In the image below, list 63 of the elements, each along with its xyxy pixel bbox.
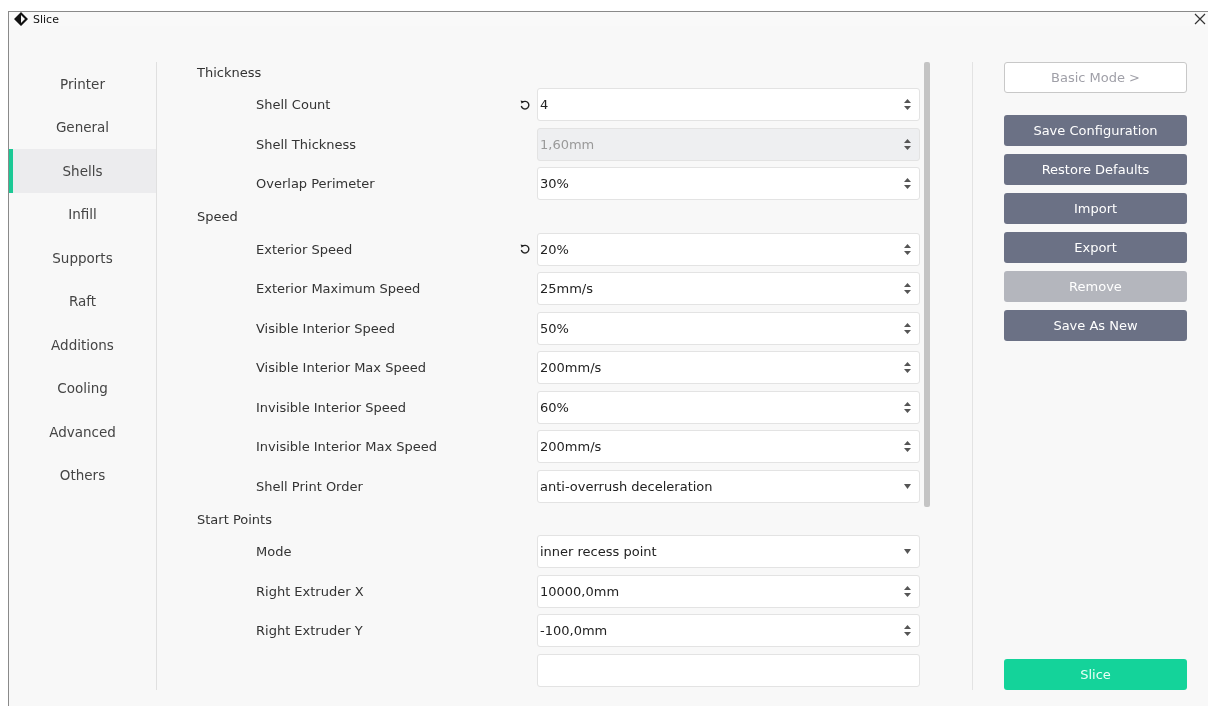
setting-label: Visible Interior Speed (256, 320, 396, 336)
section-heading: Thickness (197, 64, 262, 80)
spinner-arrows-icon (904, 178, 911, 190)
sidebar-item[interactable]: Raft (9, 279, 156, 323)
dropdown-arrow-icon (904, 549, 911, 555)
sidebar-item[interactable]: General (9, 105, 156, 149)
sidebar-item[interactable]: Infill (9, 192, 156, 236)
sidebar-item[interactable]: Cooling (9, 366, 156, 410)
spinner-arrows-icon (904, 625, 911, 637)
setting-label: Shell Thickness (256, 136, 358, 152)
close-icon[interactable] (1194, 13, 1206, 25)
spinner-arrows-icon (904, 138, 911, 150)
sidebar-item[interactable]: Additions (9, 323, 156, 367)
spin-box[interactable]: 60% (537, 390, 920, 424)
action-button[interactable]: Save As New (1004, 310, 1187, 341)
spinner-arrows-icon (904, 362, 911, 374)
spin-box[interactable]: 4 (537, 88, 920, 122)
spinner-arrows-icon (904, 585, 911, 597)
reset-icon[interactable] (520, 99, 530, 110)
setting-label: Visible Interior Max Speed (256, 360, 427, 376)
spinner-arrows-icon (904, 283, 911, 295)
spinner-arrows-icon (904, 401, 911, 413)
spin-box[interactable]: 30% (537, 167, 920, 201)
action-button[interactable]: Import (1004, 193, 1187, 224)
sidebar-item[interactable]: Others (9, 453, 156, 497)
window-title: Slice (33, 12, 59, 26)
setting-label: Exterior Speed (256, 241, 354, 257)
sidebar-item[interactable]: Shells (9, 149, 156, 193)
sidebar-item[interactable]: Advanced (9, 410, 156, 454)
action-button[interactable]: Restore Defaults (1004, 154, 1187, 185)
reset-icon[interactable] (520, 244, 530, 255)
spin-box[interactable]: 200mm/s (537, 351, 920, 385)
spinner-arrows-icon (904, 441, 911, 453)
spinner-arrows-icon (904, 322, 911, 334)
app-logo-icon (13, 12, 29, 26)
setting-label: Mode (256, 544, 293, 560)
sidebar-item[interactable]: Printer (9, 62, 156, 106)
setting-label: Right Extruder X (256, 583, 365, 599)
dropdown[interactable]: anti-overrush deceleration (537, 469, 920, 503)
spin-box[interactable]: 25mm/s (537, 272, 920, 306)
spinner-arrows-icon (904, 243, 911, 255)
sidebar-item[interactable]: Supports (9, 236, 156, 280)
setting-label: Exterior Maximum Speed (256, 281, 422, 297)
spin-box[interactable]: 50% (537, 311, 920, 345)
setting-label: Shell Count (256, 97, 332, 113)
spin-box[interactable]: -100,0mm (537, 614, 920, 648)
setting-label: Invisible Interior Max Speed (256, 439, 439, 455)
action-button[interactable]: Export (1004, 232, 1187, 263)
action-button[interactable]: Save Configuration (1004, 115, 1187, 146)
input-field[interactable] (537, 653, 920, 687)
spinner-arrows-icon (904, 99, 911, 111)
dropdown[interactable]: inner recess point (537, 535, 920, 569)
setting-label: Right Extruder Y (256, 623, 364, 639)
section-heading: Speed (197, 209, 238, 224)
spin-box[interactable]: 20% (537, 232, 920, 266)
spin-box[interactable]: 10000,0mm (537, 574, 920, 608)
setting-label: Shell Print Order (256, 478, 364, 494)
setting-label: Invisible Interior Speed (256, 399, 408, 415)
scrollbar[interactable] (924, 62, 930, 507)
setting-label: Overlap Perimeter (256, 176, 376, 192)
dropdown-arrow-icon (904, 483, 911, 489)
spin-box[interactable]: 200mm/s (537, 430, 920, 464)
section-heading: Start Points (197, 511, 272, 527)
